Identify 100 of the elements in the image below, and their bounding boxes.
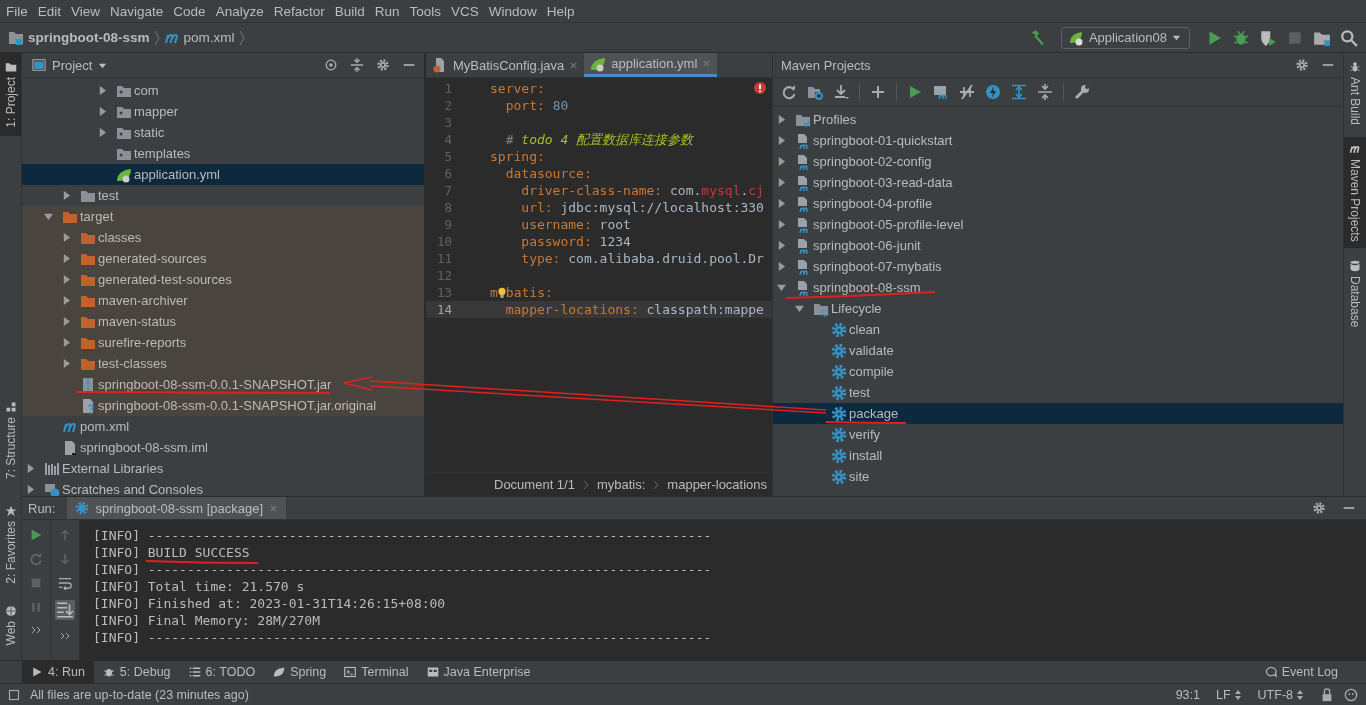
collapse-all-icon[interactable]: [350, 58, 364, 72]
tree-row[interactable]: pom.xml: [22, 416, 424, 437]
run-icon[interactable]: [907, 84, 923, 100]
tree-row[interactable]: External Libraries: [22, 458, 424, 479]
tree-row[interactable]: springboot-05-profile-level: [773, 214, 1343, 235]
settings-icon[interactable]: [1295, 58, 1309, 72]
tool-window-tab[interactable]: Maven Projects: [1344, 137, 1366, 248]
tool-window-tab[interactable]: Java Enterprise: [417, 661, 540, 683]
tree-row[interactable]: springboot-03-read-data: [773, 172, 1343, 193]
tree-row[interactable]: mapper: [22, 101, 424, 122]
collapsed-arrow-icon[interactable]: [62, 233, 71, 242]
run-tab[interactable]: springboot-08-ssm [package]: [67, 497, 287, 519]
editor-tab[interactable]: application.yml: [584, 53, 718, 77]
breadcrumb-item[interactable]: mapper-locations: [667, 477, 768, 492]
bug-icon[interactable]: [1232, 28, 1250, 47]
more-icon[interactable]: [30, 624, 42, 636]
tree-row[interactable]: templates: [22, 143, 424, 164]
tool-window-tab[interactable]: Ant Build: [1344, 55, 1366, 132]
collapsed-arrow-icon[interactable]: [777, 262, 786, 271]
tree-row[interactable]: generated-test-sources: [22, 269, 424, 290]
download-icon[interactable]: [833, 84, 849, 100]
expanded-arrow-icon[interactable]: [795, 304, 804, 313]
folder-refresh-icon[interactable]: [807, 84, 823, 100]
menu-item[interactable]: VCS: [447, 3, 485, 19]
menu-item[interactable]: Tools: [405, 3, 447, 19]
tree-row[interactable]: surefire-reports: [22, 332, 424, 353]
tree-row[interactable]: com: [22, 80, 424, 101]
collapsed-arrow-icon[interactable]: [777, 199, 786, 208]
tree-row[interactable]: springboot-08-ssm-0.0.1-SNAPSHOT.jar.original: [22, 395, 424, 416]
collapsed-arrow-icon[interactable]: [62, 296, 71, 305]
run-configuration-dropdown[interactable]: Application08: [1060, 26, 1190, 49]
lock-icon[interactable]: [1320, 687, 1334, 702]
tree-row[interactable]: springboot-01-quickstart: [773, 130, 1343, 151]
collapsed-arrow-icon[interactable]: [98, 86, 107, 95]
encoding-dropdown[interactable]: UTF-8: [1257, 687, 1304, 702]
run-icon[interactable]: [29, 528, 43, 542]
caret-position[interactable]: 93:1: [1175, 687, 1200, 702]
tree-row[interactable]: springboot-08-ssm-0.0.1-SNAPSHOT.jar: [22, 374, 424, 395]
search-icon[interactable]: [1340, 28, 1358, 47]
scroll-to-end-icon[interactable]: [55, 600, 75, 620]
wrench-icon[interactable]: [1074, 84, 1090, 100]
lightbulb-icon[interactable]: [497, 285, 506, 300]
settings-icon[interactable]: [376, 58, 390, 72]
tool-window-tab[interactable]: Terminal: [335, 661, 418, 683]
tool-window-tab[interactable]: 2: Favorites: [0, 498, 21, 590]
inspector-icon[interactable]: [1344, 687, 1358, 702]
tool-window-tab[interactable]: 6: TODO: [179, 661, 265, 683]
tree-row[interactable]: maven-status: [22, 311, 424, 332]
close-icon[interactable]: [569, 60, 579, 70]
lightning-icon[interactable]: [985, 84, 1001, 100]
tree-row[interactable]: maven-archiver: [22, 290, 424, 311]
collapsed-arrow-icon[interactable]: [62, 191, 71, 200]
more-icon[interactable]: [59, 630, 71, 642]
collapsed-arrow-icon[interactable]: [98, 107, 107, 116]
maven-run-icon[interactable]: [933, 84, 949, 100]
collapsed-arrow-icon[interactable]: [98, 128, 107, 137]
tree-row[interactable]: target: [22, 206, 424, 227]
collapsed-arrow-icon[interactable]: [777, 241, 786, 250]
menu-item[interactable]: Navigate: [106, 3, 170, 19]
tree-row[interactable]: generated-sources: [22, 248, 424, 269]
collapsed-arrow-icon[interactable]: [62, 359, 71, 368]
tree-row[interactable]: Profiles: [773, 109, 1343, 130]
tool-windows-icon[interactable]: [8, 688, 20, 701]
collapsed-arrow-icon[interactable]: [777, 115, 786, 124]
tree-row[interactable]: validate: [773, 340, 1343, 361]
tree-row[interactable]: test-classes: [22, 353, 424, 374]
collapse-all-icon[interactable]: [1037, 84, 1053, 100]
tree-row[interactable]: springboot-06-junit: [773, 235, 1343, 256]
expanded-arrow-icon[interactable]: [44, 212, 53, 221]
event-log-button[interactable]: Event Log: [1255, 661, 1366, 683]
tree-row[interactable]: springboot-08-ssm.iml: [22, 437, 424, 458]
breadcrumb-item[interactable]: Document 1/1: [494, 477, 575, 492]
collapsed-arrow-icon[interactable]: [777, 157, 786, 166]
collapsed-arrow-icon[interactable]: [62, 317, 71, 326]
menu-item[interactable]: File: [2, 3, 34, 19]
menu-item[interactable]: Run: [370, 3, 406, 19]
tree-row[interactable]: springboot-02-config: [773, 151, 1343, 172]
editor-tab[interactable]: MyBatisConfig.java: [426, 53, 585, 77]
tool-window-tab[interactable]: 4: Run: [22, 661, 94, 683]
menu-item[interactable]: Help: [542, 3, 581, 19]
crosshair-icon[interactable]: [324, 58, 338, 72]
tree-row[interactable]: verify: [773, 424, 1343, 445]
tree-row[interactable]: application.yml: [22, 164, 424, 185]
menu-item[interactable]: Refactor: [269, 3, 331, 19]
menu-item[interactable]: Build: [330, 3, 371, 19]
line-separator-dropdown[interactable]: LF: [1216, 687, 1242, 702]
tree-row[interactable]: Scratches and Consoles: [22, 479, 424, 496]
tree-row[interactable]: install: [773, 445, 1343, 466]
tool-window-tab[interactable]: 1: Project: [0, 53, 21, 136]
tree-row[interactable]: springboot-07-mybatis: [773, 256, 1343, 277]
breadcrumb-item[interactable]: mybatis:: [596, 477, 646, 492]
collapsed-arrow-icon[interactable]: [62, 338, 71, 347]
settings-icon[interactable]: [1312, 501, 1326, 515]
soft-wrap-icon[interactable]: [58, 576, 72, 590]
tree-row[interactable]: classes: [22, 227, 424, 248]
tree-row[interactable]: test: [773, 382, 1343, 403]
tree-row[interactable]: static: [22, 122, 424, 143]
breadcrumb-item[interactable]: springboot-08-ssm: [28, 30, 150, 45]
tree-row[interactable]: site: [773, 466, 1343, 487]
tree-row[interactable]: test: [22, 185, 424, 206]
